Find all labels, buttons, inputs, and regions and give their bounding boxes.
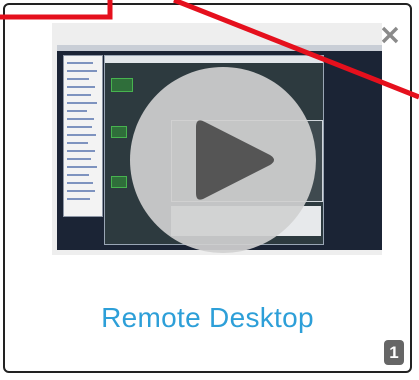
preview-indicator xyxy=(111,176,127,188)
tile-title[interactable]: Remote Desktop xyxy=(5,302,410,334)
remote-desktop-tile[interactable]: Remote Desktop 1 xyxy=(3,3,412,373)
session-count-badge: 1 xyxy=(384,340,404,365)
preview-app-titlebar xyxy=(105,56,323,63)
stage: Remote Desktop 1 xyxy=(0,0,419,380)
session-thumbnail[interactable] xyxy=(52,23,382,255)
preview-indicator xyxy=(111,126,127,138)
preview-explorer-window xyxy=(63,55,103,217)
preview-taskbar xyxy=(57,45,382,51)
play-button[interactable] xyxy=(130,67,316,253)
play-icon xyxy=(196,120,274,200)
